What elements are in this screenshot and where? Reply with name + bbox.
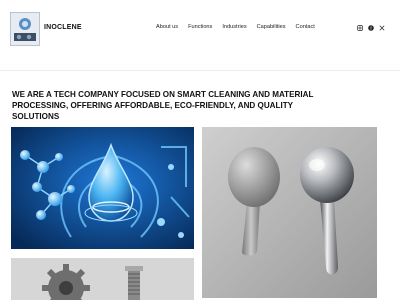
nav-capabilities[interactable]: Capabilities bbox=[257, 24, 286, 30]
nav-functions[interactable]: Functions bbox=[188, 24, 212, 30]
social-links: f bbox=[357, 25, 385, 31]
main-nav: About us Functions Industries Capabiliti… bbox=[156, 24, 325, 30]
water-droplet-molecule-image bbox=[11, 127, 194, 249]
logo[interactable] bbox=[10, 12, 40, 46]
metal-parts-image bbox=[202, 127, 377, 298]
nav-contact[interactable]: Contact bbox=[296, 24, 315, 30]
x-icon[interactable] bbox=[379, 25, 385, 31]
facebook-icon[interactable]: f bbox=[368, 25, 374, 31]
site-header: INOCLENE About us Functions Industries C… bbox=[0, 0, 400, 56]
gear-and-bolt-image bbox=[11, 258, 194, 300]
instagram-icon[interactable] bbox=[357, 25, 363, 31]
logo-icon bbox=[11, 13, 39, 45]
nav-about-us[interactable]: About us bbox=[156, 24, 178, 30]
header-divider bbox=[0, 70, 400, 71]
hero-headline: WE ARE A TECH COMPANY FOCUSED ON SMART C… bbox=[12, 90, 314, 121]
nav-industries[interactable]: Industries bbox=[222, 24, 246, 30]
brand-name[interactable]: INOCLENE bbox=[44, 24, 82, 31]
